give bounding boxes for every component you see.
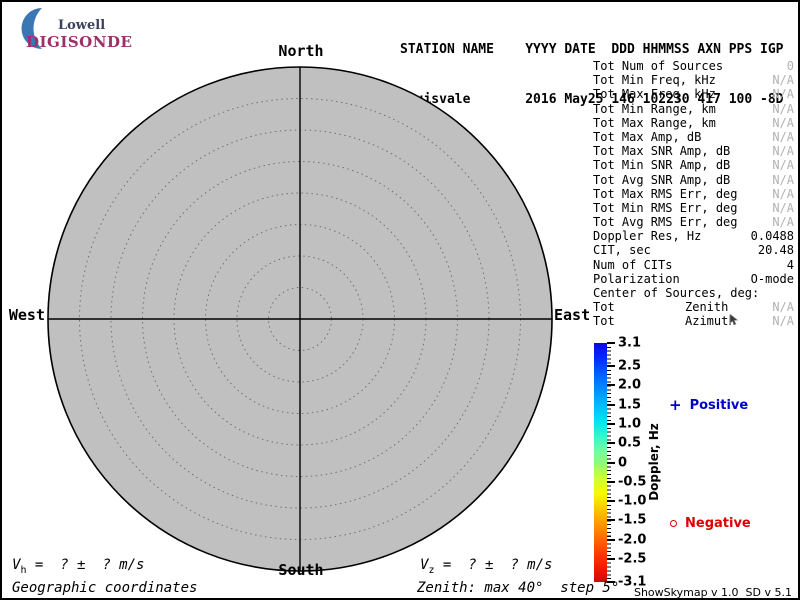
zenith-scale-note: Zenith: max 40° step 5° <box>417 580 619 596</box>
row-label: Tot <box>593 314 615 328</box>
row-label: Tot Avg RMS Err, deg <box>593 215 738 229</box>
row-label: Tot Num of Sources <box>593 59 723 73</box>
tick-label: -2.0 <box>618 532 646 547</box>
plus-icon: + <box>669 396 682 414</box>
panel-row-avg-snr: Tot Avg SNR Amp, dB N/A <box>593 173 794 187</box>
panel-row-center-of-sources: Center of Sources, deg: <box>593 286 794 300</box>
panel-row-min-snr: Tot Min SNR Amp, dB N/A <box>593 158 794 172</box>
row-label: Tot Min RMS Err, deg <box>593 201 738 215</box>
row-label: Tot Max Freq, kHz <box>593 87 716 101</box>
panel-row-cit: CIT, sec 20.48 <box>593 243 794 257</box>
row-value: O-mode <box>751 272 794 286</box>
totals-info-panel: Tot Num of Sources 0 Tot Min Freq, kHz N/A… <box>593 59 794 329</box>
panel-row-num-sources: Tot Num of Sources 0 <box>593 59 794 73</box>
compass-north-label: North <box>271 42 331 60</box>
row-value: 4 <box>787 258 794 272</box>
panel-row-polarization: Polarization O-mode <box>593 272 794 286</box>
row-value: 0.0488 <box>751 229 794 243</box>
tick-label: 2.5 <box>618 359 641 374</box>
row-label: Tot Max SNR Amp, dB <box>593 144 730 158</box>
tick-label: 0.5 <box>618 436 641 451</box>
compass-west-label: West <box>4 306 45 324</box>
open-circle-icon <box>670 520 677 527</box>
horizontal-velocity-readout: Vh = ? ± ? m/s <box>12 557 144 576</box>
row-label: Num of CITs <box>593 258 672 272</box>
row-value: N/A <box>772 73 794 87</box>
row-label: Tot Min SNR Amp, dB <box>593 158 730 172</box>
tick-label: -1.0 <box>618 494 646 509</box>
vertical-velocity-readout: Vz = ? ± ? m/s <box>420 557 552 576</box>
compass-south-label: South <box>271 561 331 579</box>
tick-label: 1.0 <box>618 416 641 431</box>
row-value: N/A <box>772 116 794 130</box>
row-label: Tot Max RMS Err, deg <box>593 187 738 201</box>
row-value: N/A <box>772 187 794 201</box>
panel-row-max-freq: Tot Max Freq, kHz N/A <box>593 87 794 101</box>
row-value: N/A <box>772 314 794 328</box>
tick-label: -0.5 <box>618 474 646 489</box>
row-value: N/A <box>772 87 794 101</box>
vz-value: = ? ± ? m/s <box>434 557 552 573</box>
panel-row-min-range: Tot Min Range, km N/A <box>593 102 794 116</box>
row-label: Center of Sources, deg: <box>593 286 759 300</box>
row-value: N/A <box>772 158 794 172</box>
row-label: Tot Min Freq, kHz <box>593 73 716 87</box>
row-value: N/A <box>772 215 794 229</box>
tick-label: 0 <box>618 455 627 470</box>
row-label: Tot Max Amp, dB <box>593 130 701 144</box>
showskymap-window: Lowell DIGISONDE STATION NAME YYYY DATE … <box>0 0 800 600</box>
panel-row-min-freq: Tot Min Freq, kHz N/A <box>593 73 794 87</box>
doppler-colorbar <box>594 343 607 582</box>
panel-row-max-amp: Tot Max Amp, dB N/A <box>593 130 794 144</box>
mouse-cursor-icon <box>729 314 740 326</box>
row-value: 20.48 <box>758 243 794 257</box>
panel-row-doppler-res: Doppler Res, Hz 0.0488 <box>593 229 794 243</box>
row-label: Tot Max Range, km <box>593 116 716 130</box>
negative-doppler-legend: Negative <box>670 516 751 531</box>
row-value: N/A <box>772 201 794 215</box>
panel-row-avg-rms: Tot Avg RMS Err, deg N/A <box>593 215 794 229</box>
row-value: N/A <box>772 102 794 116</box>
tick-label: -1.5 <box>618 513 646 528</box>
row-label: Polarization <box>593 272 680 286</box>
coordinate-system-label: Geographic coordinates <box>12 580 197 596</box>
colorbar-major-ticks <box>607 343 615 582</box>
row-value: N/A <box>772 173 794 187</box>
colorbar-axis-title: Doppler, Hz <box>647 423 661 501</box>
panel-row-num-cits: Num of CITs 4 <box>593 258 794 272</box>
panel-row-max-rms: Tot Max RMS Err, deg N/A <box>593 187 794 201</box>
row-label: Tot <box>593 300 615 314</box>
vh-value: = ? ± ? m/s <box>26 557 144 573</box>
row-value: N/A <box>772 130 794 144</box>
positive-label: Positive <box>690 398 749 413</box>
row-label: Doppler Res, Hz <box>593 229 701 243</box>
tick-label: 1.5 <box>618 397 641 412</box>
software-version-label: ShowSkymap v 1.0 SD v 5.1 <box>634 586 792 599</box>
panel-row-tot-zenith: Tot Zenith N/A <box>593 300 794 314</box>
panel-row-max-snr: Tot Max SNR Amp, dB N/A <box>593 144 794 158</box>
row-label: Tot Min Range, km <box>593 102 716 116</box>
row-label: CIT, sec <box>593 243 651 257</box>
panel-row-max-range: Tot Max Range, km N/A <box>593 116 794 130</box>
tick-label: 3.1 <box>618 336 641 351</box>
row-value: N/A <box>772 300 794 314</box>
tick-label: -2.5 <box>618 551 646 566</box>
panel-row-min-rms: Tot Min RMS Err, deg N/A <box>593 201 794 215</box>
row-value: N/A <box>772 144 794 158</box>
row-sublabel: Azimuth <box>685 314 736 328</box>
panel-row-tot-azimuth: Tot Azimuth N/A <box>593 314 794 328</box>
row-label: Tot Avg SNR Amp, dB <box>593 173 730 187</box>
positive-doppler-legend: + Positive <box>669 396 748 414</box>
row-value: 0 <box>787 59 794 73</box>
negative-label: Negative <box>685 516 751 531</box>
tick-label: 2.0 <box>618 378 641 393</box>
row-sublabel: Zenith <box>685 300 728 314</box>
